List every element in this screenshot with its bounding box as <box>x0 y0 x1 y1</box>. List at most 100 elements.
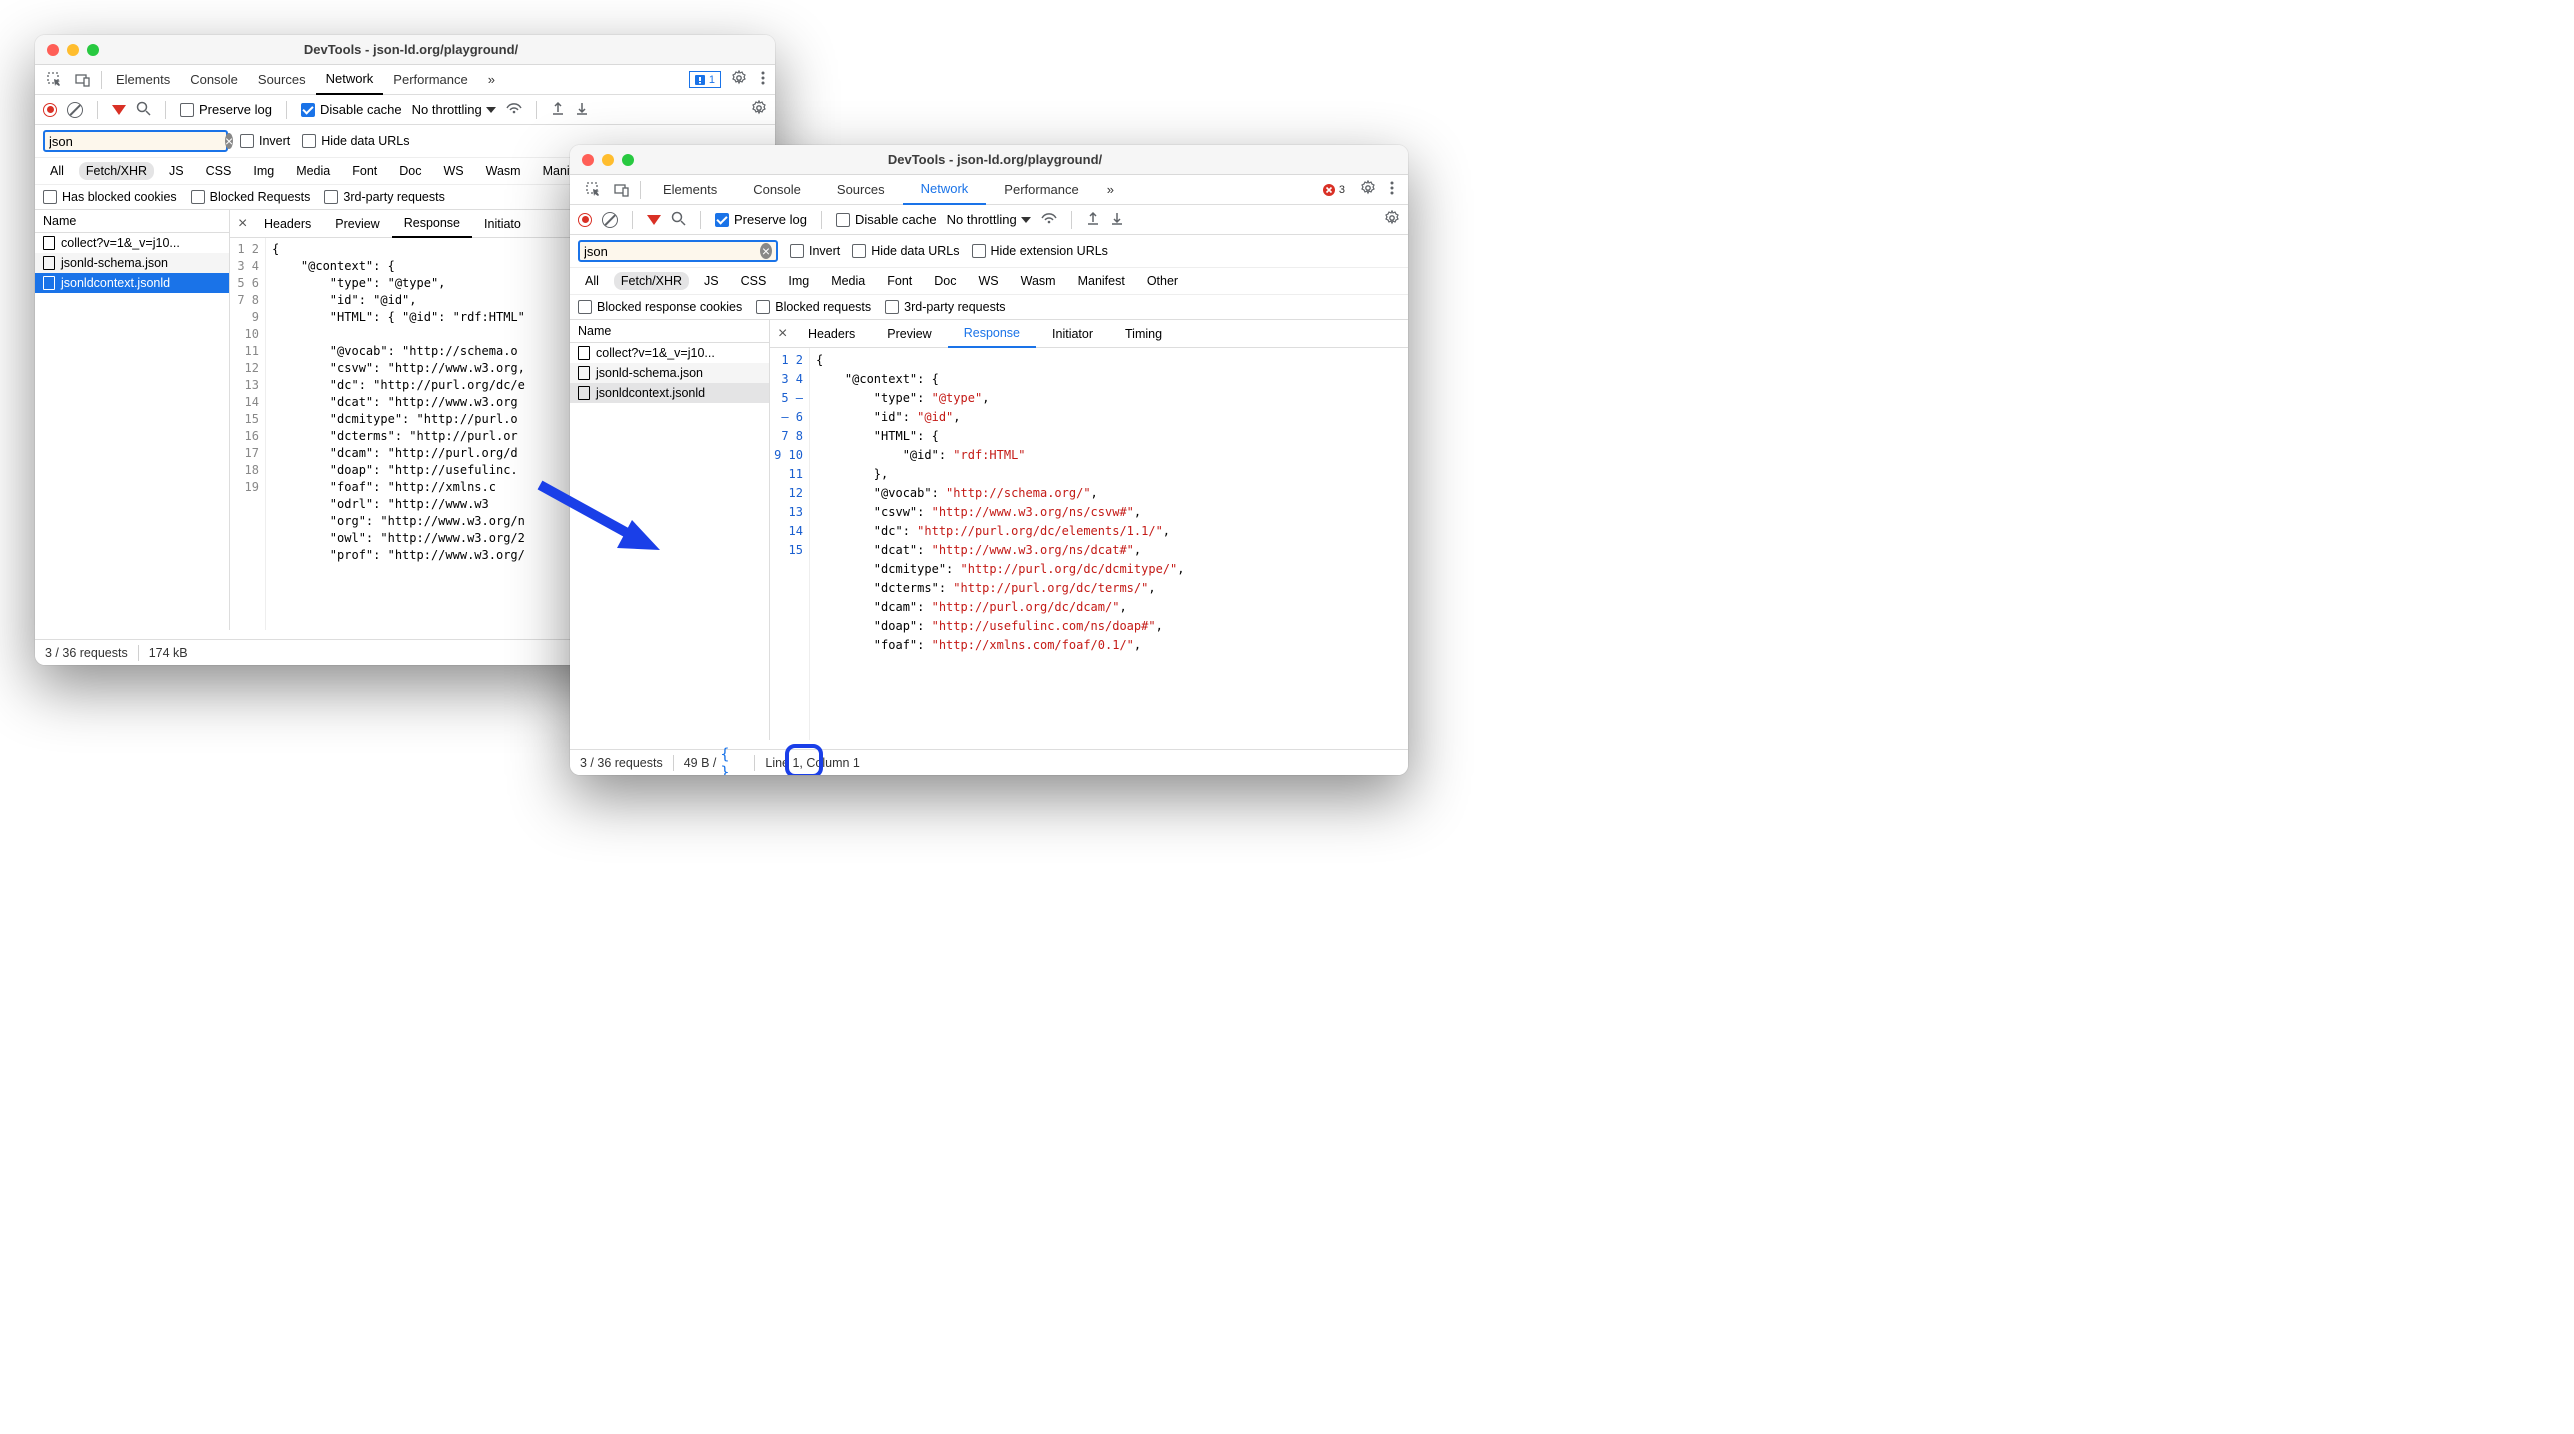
type-other[interactable]: Other <box>1140 272 1185 290</box>
close-window-button[interactable] <box>47 44 59 56</box>
blocked-cookies-checkbox[interactable]: Has blocked cookies <box>43 190 177 204</box>
request-item[interactable]: collect?v=1&_v=j10... <box>570 343 769 363</box>
throttling-select[interactable]: No throttling <box>412 102 496 117</box>
tab-network[interactable]: Network <box>903 175 987 205</box>
throttling-select[interactable]: No throttling <box>947 212 1031 227</box>
preserve-log-checkbox[interactable]: Preserve log <box>715 212 807 227</box>
detail-tab-initiator[interactable]: Initiato <box>472 210 533 238</box>
disable-cache-checkbox[interactable]: Disable cache <box>836 212 937 227</box>
network-conditions-icon[interactable] <box>1041 211 1057 228</box>
maximize-window-button[interactable] <box>87 44 99 56</box>
settings-gear-icon[interactable] <box>1356 180 1380 199</box>
import-har-icon[interactable] <box>1086 211 1100 228</box>
hide-extension-urls-checkbox[interactable]: Hide extension URLs <box>972 244 1108 258</box>
hide-data-urls-checkbox[interactable]: Hide data URLs <box>852 244 959 258</box>
close-window-button[interactable] <box>582 154 594 166</box>
filter-input[interactable] <box>43 130 228 152</box>
third-party-checkbox[interactable]: 3rd-party requests <box>324 190 444 204</box>
kebab-menu-icon[interactable] <box>757 70 769 89</box>
record-button[interactable] <box>43 103 57 117</box>
request-item[interactable]: jsonld-schema.json <box>35 253 229 273</box>
third-party-checkbox[interactable]: 3rd-party requests <box>885 300 1005 314</box>
kebab-menu-icon[interactable] <box>1386 180 1398 199</box>
name-column-header[interactable]: Name <box>35 210 229 233</box>
clear-button[interactable] <box>602 212 618 228</box>
network-conditions-icon[interactable] <box>506 101 522 118</box>
preserve-log-checkbox[interactable]: Preserve log <box>180 102 272 117</box>
filter-icon[interactable] <box>112 105 126 115</box>
type-wasm[interactable]: Wasm <box>479 162 528 180</box>
inspect-icon[interactable] <box>41 65 69 95</box>
tab-performance[interactable]: Performance <box>383 65 477 95</box>
request-item-selected[interactable]: jsonldcontext.jsonld <box>570 383 769 403</box>
settings-gear-icon[interactable] <box>727 70 751 89</box>
type-wasm[interactable]: Wasm <box>1014 272 1063 290</box>
import-har-icon[interactable] <box>551 101 565 118</box>
type-media[interactable]: Media <box>824 272 872 290</box>
type-ws[interactable]: WS <box>436 162 470 180</box>
device-toolbar-icon[interactable] <box>69 65 97 95</box>
more-tabs[interactable]: » <box>478 65 505 95</box>
tab-network[interactable]: Network <box>316 65 384 95</box>
clear-button[interactable] <box>67 102 83 118</box>
clear-filter-icon[interactable] <box>225 133 233 149</box>
type-doc[interactable]: Doc <box>392 162 428 180</box>
clear-filter-icon[interactable] <box>760 243 772 259</box>
invert-checkbox[interactable]: Invert <box>790 244 840 258</box>
pretty-print-button[interactable]: { } <box>720 752 744 774</box>
export-har-icon[interactable] <box>1110 211 1124 228</box>
name-column-header[interactable]: Name <box>570 320 769 343</box>
hide-data-urls-checkbox[interactable]: Hide data URLs <box>302 134 409 148</box>
tab-elements[interactable]: Elements <box>106 65 180 95</box>
export-har-icon[interactable] <box>575 101 589 118</box>
inspect-icon[interactable] <box>580 175 608 205</box>
detail-tab-preview[interactable]: Preview <box>323 210 391 238</box>
detail-tab-response[interactable]: Response <box>392 210 472 238</box>
network-settings-icon[interactable] <box>751 100 767 119</box>
type-css[interactable]: CSS <box>199 162 239 180</box>
type-manifest[interactable]: Manifest <box>1071 272 1132 290</box>
record-button[interactable] <box>578 213 592 227</box>
type-all[interactable]: All <box>578 272 606 290</box>
close-detail-icon[interactable]: × <box>774 325 792 343</box>
disable-cache-checkbox[interactable]: Disable cache <box>301 102 402 117</box>
type-ws[interactable]: WS <box>971 272 1005 290</box>
detail-tab-headers[interactable]: Headers <box>252 210 323 238</box>
search-icon[interactable] <box>136 101 151 119</box>
detail-tab-initiator[interactable]: Initiator <box>1036 320 1109 348</box>
request-item[interactable]: jsonld-schema.json <box>570 363 769 383</box>
detail-tab-headers[interactable]: Headers <box>792 320 871 348</box>
issues-badge[interactable]: 1 <box>689 71 721 88</box>
type-font[interactable]: Font <box>345 162 384 180</box>
blocked-requests-checkbox[interactable]: Blocked Requests <box>191 190 311 204</box>
tab-console[interactable]: Console <box>735 175 819 205</box>
device-toolbar-icon[interactable] <box>608 175 636 205</box>
request-item-selected[interactable]: jsonldcontext.jsonld <box>35 273 229 293</box>
type-fetch-xhr[interactable]: Fetch/XHR <box>614 272 689 290</box>
type-js[interactable]: JS <box>697 272 726 290</box>
search-icon[interactable] <box>671 211 686 229</box>
minimize-window-button[interactable] <box>602 154 614 166</box>
detail-tab-response[interactable]: Response <box>948 320 1036 348</box>
type-js[interactable]: JS <box>162 162 191 180</box>
code-content[interactable]: { "@context": { "type": "@type", "id": "… <box>810 348 1408 740</box>
type-img[interactable]: Img <box>781 272 816 290</box>
tab-sources[interactable]: Sources <box>248 65 316 95</box>
tab-performance[interactable]: Performance <box>986 175 1096 205</box>
type-doc[interactable]: Doc <box>927 272 963 290</box>
invert-checkbox[interactable]: Invert <box>240 134 290 148</box>
network-settings-icon[interactable] <box>1384 210 1400 229</box>
tab-elements[interactable]: Elements <box>645 175 735 205</box>
type-fetch-xhr[interactable]: Fetch/XHR <box>79 162 154 180</box>
close-detail-icon[interactable]: × <box>234 215 252 233</box>
minimize-window-button[interactable] <box>67 44 79 56</box>
filter-icon[interactable] <box>647 215 661 225</box>
type-font[interactable]: Font <box>880 272 919 290</box>
detail-tab-timing[interactable]: Timing <box>1109 320 1178 348</box>
request-item[interactable]: collect?v=1&_v=j10... <box>35 233 229 253</box>
type-media[interactable]: Media <box>289 162 337 180</box>
detail-tab-preview[interactable]: Preview <box>871 320 947 348</box>
type-all[interactable]: All <box>43 162 71 180</box>
tab-sources[interactable]: Sources <box>819 175 903 205</box>
type-css[interactable]: CSS <box>734 272 774 290</box>
